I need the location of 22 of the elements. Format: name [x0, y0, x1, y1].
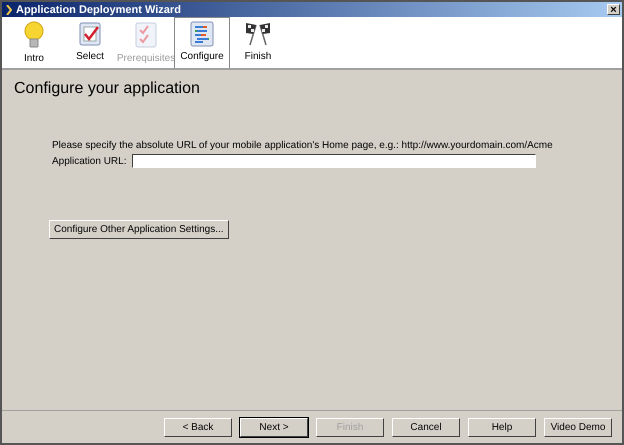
window-title: Application Deployment Wizard — [16, 4, 182, 16]
wizard-button[interactable]: Cancel — [392, 418, 460, 436]
wizard-button[interactable]: < Back — [164, 418, 232, 436]
list-settings-icon — [190, 21, 214, 47]
wizard-button[interactable]: Next > — [240, 418, 308, 436]
wizard-step-tab[interactable]: Select — [62, 17, 118, 68]
url-input-field[interactable] — [132, 154, 536, 168]
checkbox-icon — [78, 21, 102, 47]
light-bulb-icon — [23, 21, 45, 49]
wizard-button[interactable]: Video Demo — [544, 418, 612, 436]
checklist-icon — [134, 21, 158, 49]
chevron-icon — [6, 4, 12, 14]
wizard-step-tab[interactable]: Intro — [6, 17, 62, 68]
instruction-text: Please specify the absolute URL of your mobile application's Home page, e.g.: http://www.yourdomain.com/Acme — [52, 140, 554, 151]
wizard-button[interactable]: Help — [468, 418, 536, 436]
wizard-step-tab[interactable]: Configure — [174, 17, 230, 68]
close-button[interactable]: × — [607, 4, 620, 15]
checkered-flags-icon — [244, 21, 272, 47]
field-label: Application URL: — [52, 156, 126, 166]
settings-button[interactable]: Configure Other Application Settings... — [49, 220, 229, 239]
wizard-step-tab[interactable]: Finish — [230, 17, 286, 68]
page-heading: Configure your application — [14, 80, 201, 98]
